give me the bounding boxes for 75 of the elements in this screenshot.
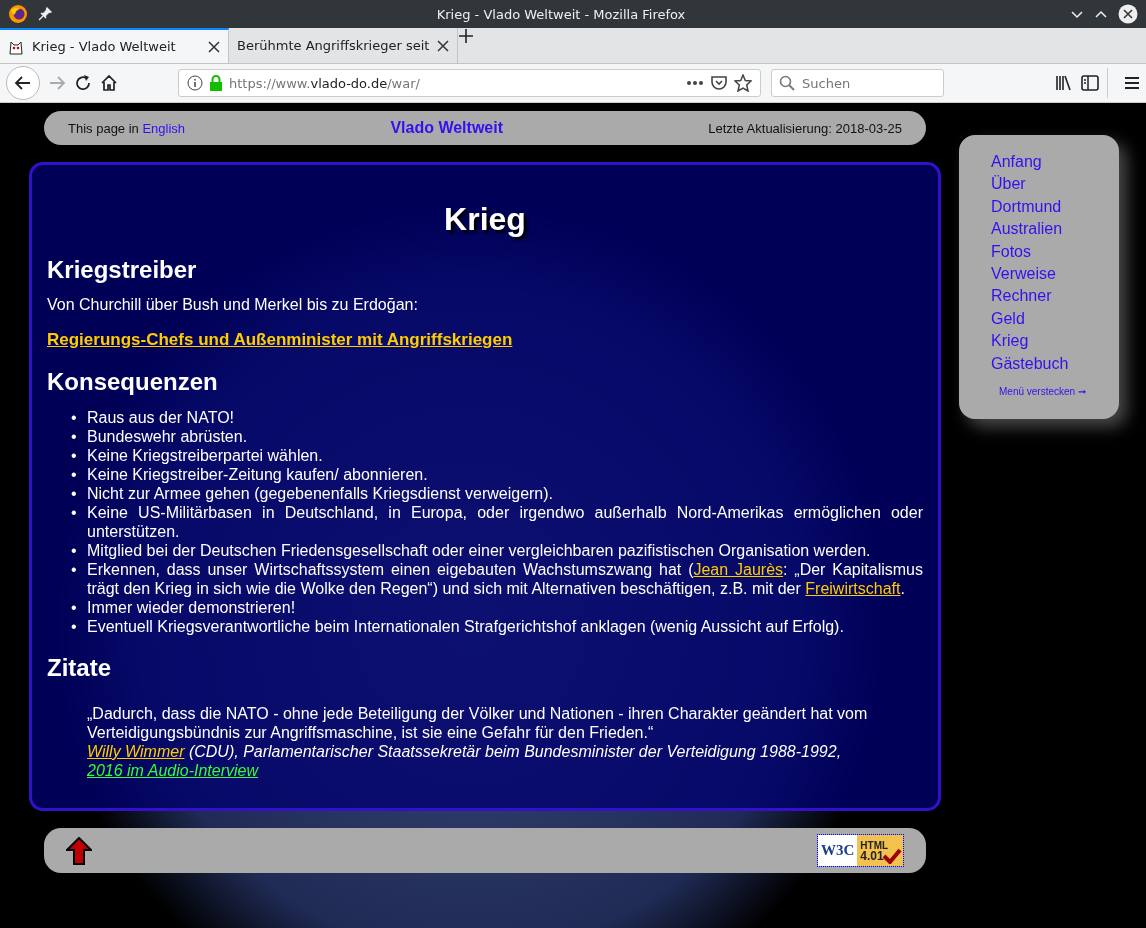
last-updated: Letzte Aktualisierung: 2018-03-25 bbox=[708, 120, 902, 136]
list-item: Raus aus der NATO! bbox=[87, 408, 236, 427]
language-link[interactable]: English bbox=[142, 120, 186, 136]
menu-link[interactable]: Anfang bbox=[991, 151, 1119, 174]
close-icon[interactable] bbox=[437, 39, 450, 52]
menu-link[interactable]: Verweise bbox=[991, 263, 1119, 286]
hide-menu-link[interactable]: Menü verstecken ➞ bbox=[999, 381, 1119, 404]
bullet: • bbox=[71, 541, 77, 560]
search-icon bbox=[779, 75, 795, 91]
star-icon[interactable] bbox=[734, 74, 752, 92]
browser-tab[interactable]: Krieg - Vlado Weltweit bbox=[0, 28, 229, 63]
firefox-logo-icon bbox=[8, 4, 28, 24]
list-item: Keine Kriegstreiber-Zeitung kaufen/ abonnieren. bbox=[87, 465, 429, 484]
list-item: Immer wieder demonstrieren! bbox=[87, 598, 297, 617]
info-icon bbox=[187, 75, 203, 91]
list-item: Erkennen, dass unser Wirtschaftssystem einen eigebauten Wachstumszwang hat (Jean Jaurès: „Der Kapitalismus trägt den Krieg in sich wie die Wolke den Regen“) und sich mit Alternativen beschäftigen, z.B. mit der Freiwirtschaft. bbox=[87, 560, 923, 598]
page-title: Krieg bbox=[443, 201, 527, 238]
bullet: • bbox=[71, 427, 77, 446]
list-item: Nicht zur Armee gehen (gegebenenfalls Kriegsdienst verweigern). bbox=[87, 484, 555, 503]
home-icon[interactable] bbox=[100, 74, 118, 92]
paragraph: Von Churchill über Bush und Merkel bis zu Erdoğan: bbox=[47, 296, 419, 314]
section-heading: Zitate bbox=[47, 654, 112, 682]
menu-link[interactable]: Gästebuch bbox=[991, 352, 1119, 376]
bullet: • bbox=[71, 446, 77, 465]
list-item: Keine Kriegstreiberpartei wählen. bbox=[87, 446, 324, 465]
pin-icon[interactable] bbox=[38, 7, 52, 21]
plus-icon[interactable] bbox=[458, 28, 475, 44]
link[interactable]: Regierungs-Chefs und Außenminister mit Angriffskriegen bbox=[47, 330, 513, 349]
url-field[interactable]: https://www.vlado-do.de/war/ bbox=[178, 69, 761, 97]
list-item: Eventuell Kriegsverantwortliche beim Internationalen Strafgerichtshof anklagen (wenig Aussicht auf Erfolg). bbox=[87, 617, 845, 636]
close-icon[interactable] bbox=[208, 40, 220, 53]
window-title: Krieg - Vlado Weltweit - Mozilla Firefox bbox=[435, 6, 687, 22]
bullet: • bbox=[71, 465, 77, 484]
section-heading: Kriegstreiber bbox=[47, 256, 198, 284]
checkmark-icon bbox=[882, 848, 902, 864]
site-title-link[interactable]: Vlado Weltweit bbox=[390, 119, 503, 137]
back-arrow-icon bbox=[14, 74, 32, 92]
language-note: This page in English bbox=[68, 120, 186, 136]
bullet: • bbox=[71, 617, 77, 636]
back-button[interactable] bbox=[6, 66, 40, 100]
section-heading: Konsequenzen bbox=[47, 368, 219, 396]
pocket-icon[interactable] bbox=[710, 75, 728, 91]
up-arrow-icon[interactable] bbox=[66, 836, 92, 865]
menu-link[interactable]: Australien bbox=[991, 218, 1119, 241]
menu-link[interactable]: Dortmund bbox=[991, 195, 1119, 219]
link[interactable]: Freiwirtschaft bbox=[805, 580, 901, 597]
link[interactable]: Willy Wimmer bbox=[87, 743, 185, 760]
badge-org: W3C bbox=[818, 835, 858, 866]
close-icon[interactable] bbox=[1118, 4, 1138, 24]
bullet: • bbox=[71, 408, 77, 427]
badge-version: 4.01 bbox=[860, 850, 884, 862]
menu-link[interactable]: Fotos bbox=[991, 240, 1119, 264]
bullet: • bbox=[71, 484, 77, 503]
library-icon[interactable] bbox=[1055, 75, 1073, 91]
menu-link[interactable]: Über bbox=[991, 173, 1119, 196]
browser-tab[interactable]: Berühmte Angriffskrieger seit bbox=[229, 28, 459, 63]
reload-icon[interactable] bbox=[74, 74, 92, 92]
menu-icon[interactable] bbox=[1124, 76, 1140, 90]
bullet: • bbox=[71, 560, 77, 580]
menu-link[interactable]: Krieg bbox=[991, 330, 1119, 353]
quote-attribution: Willy Wimmer (CDU), Parlamentarischer Staatssekretär beim Bundesminister der Verteidigung 1988-1992, 2016 im Audio-Interview bbox=[87, 742, 843, 780]
badge-label: HTML bbox=[860, 839, 890, 851]
link[interactable]: 2016 im Audio-Interview bbox=[87, 762, 259, 779]
sidebar-icon[interactable] bbox=[1081, 75, 1099, 91]
search-field[interactable]: Suchen bbox=[771, 69, 944, 97]
menu-link[interactable]: Geld bbox=[991, 307, 1119, 331]
list-item: Mitglied bei der Deutschen Friedensgesellschaft oder einer vergleichbaren pazifistischen Organisation werden. bbox=[87, 541, 872, 560]
lock-icon bbox=[209, 75, 223, 91]
more-dots-icon[interactable] bbox=[686, 80, 704, 86]
bullet: • bbox=[71, 598, 77, 617]
list-item: Keine US-Militärbasen in Deutschland, in Europa, oder irgendwo außerhalb Nord-Amerikas ermöglichen oder unterstützen. bbox=[87, 503, 923, 541]
quote-text: „Dadurch, dass die NATO - ohne jede Beteiligung der Völker und Nationen - ihren Charakter geändert hat vom Verteidigungsbündnis zur Angriffsmaschine, ist sie eine Gefahr für den Frieden.“ bbox=[87, 704, 869, 742]
menu-link[interactable]: Rechner bbox=[991, 285, 1119, 308]
bullet: • bbox=[71, 503, 77, 523]
list-item: Bundeswehr abrüsten. bbox=[87, 427, 249, 446]
